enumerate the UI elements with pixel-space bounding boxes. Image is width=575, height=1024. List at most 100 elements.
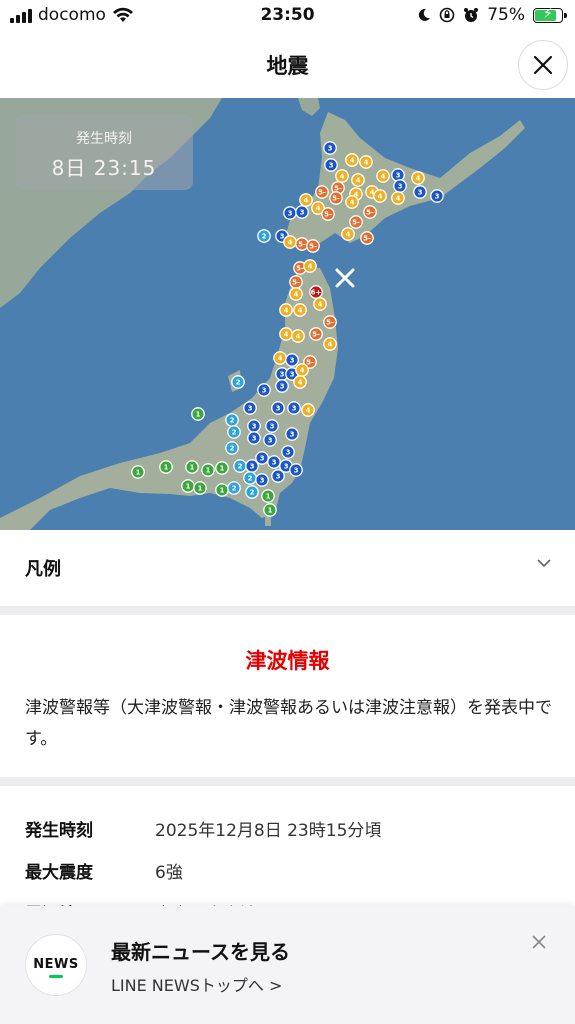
svg-text:4: 4 bbox=[340, 173, 345, 181]
svg-text:3: 3 bbox=[276, 473, 281, 481]
intensity-marker: 4 bbox=[335, 169, 349, 183]
news-banner[interactable]: NEWS 最新ニュースを見る LINE NEWSトップへ > bbox=[0, 906, 575, 1024]
intensity-marker: 1 bbox=[191, 407, 205, 421]
intensity-marker: 1 bbox=[193, 481, 207, 495]
svg-text:3: 3 bbox=[290, 357, 295, 365]
intensity-marker: 4 bbox=[293, 375, 307, 389]
intensity-marker: 3 bbox=[295, 205, 309, 219]
earthquake-details: 発生時刻 2025年12月8日 23時15分頃 最大震度 6強 震源地 青森県東… bbox=[0, 786, 575, 925]
intensity-marker: 5- bbox=[349, 215, 363, 229]
svg-text:4: 4 bbox=[318, 301, 323, 309]
status-bar: docomo 23:50 75% ⚡ bbox=[0, 0, 575, 32]
intensity-marker: 4 bbox=[391, 191, 405, 205]
earthquake-intensity-map[interactable]: 発生時刻 8日 23:15 2323344434445-443335-43345… bbox=[0, 98, 575, 530]
svg-text:3: 3 bbox=[252, 435, 257, 443]
intensity-marker: 4 bbox=[359, 155, 373, 169]
svg-text:3: 3 bbox=[270, 423, 275, 431]
intensity-marker: 4 bbox=[345, 153, 359, 167]
intensity-marker: 2 bbox=[257, 229, 271, 243]
svg-text:3: 3 bbox=[294, 467, 299, 475]
dismiss-banner-icon[interactable] bbox=[531, 934, 547, 950]
svg-text:3: 3 bbox=[262, 387, 267, 395]
intensity-marker: 2 bbox=[243, 471, 257, 485]
intensity-marker: 4 bbox=[273, 351, 287, 365]
svg-text:4: 4 bbox=[346, 231, 351, 239]
intensity-marker: 4 bbox=[291, 329, 305, 343]
svg-text:3: 3 bbox=[435, 193, 440, 201]
svg-text:3: 3 bbox=[272, 459, 277, 467]
intensity-marker: 1 bbox=[215, 461, 229, 475]
svg-text:4: 4 bbox=[416, 175, 421, 183]
svg-text:4: 4 bbox=[294, 291, 299, 299]
legend-toggle[interactable]: 凡例 bbox=[0, 530, 575, 607]
intensity-marker: 3 bbox=[285, 353, 299, 367]
svg-text:5-: 5- bbox=[306, 359, 314, 367]
svg-text:3: 3 bbox=[396, 172, 401, 180]
svg-text:3: 3 bbox=[284, 463, 289, 471]
intensity-marker: 3 bbox=[247, 419, 261, 433]
svg-text:5-: 5- bbox=[292, 279, 300, 287]
svg-text:4: 4 bbox=[364, 159, 369, 167]
intensity-marker: 2 bbox=[227, 481, 241, 495]
intensity-marker: 3 bbox=[247, 431, 261, 445]
svg-text:4: 4 bbox=[298, 307, 303, 315]
svg-text:1: 1 bbox=[198, 485, 203, 493]
intensity-marker: 1 bbox=[181, 479, 195, 493]
svg-text:2: 2 bbox=[238, 463, 243, 471]
svg-text:4: 4 bbox=[304, 197, 309, 205]
svg-text:3: 3 bbox=[286, 449, 291, 457]
intensity-marker: 3 bbox=[287, 401, 301, 415]
svg-text:4: 4 bbox=[350, 157, 355, 165]
svg-text:1: 1 bbox=[220, 465, 225, 473]
battery-icon: ⚡ bbox=[533, 6, 567, 23]
svg-text:3: 3 bbox=[260, 455, 265, 463]
tsunami-title: 津波情報 bbox=[245, 649, 330, 673]
detail-key: 発生時刻 bbox=[25, 821, 93, 841]
close-button[interactable] bbox=[518, 40, 568, 90]
svg-text:6+: 6+ bbox=[311, 289, 322, 297]
epicenter-x-mark-icon bbox=[335, 268, 355, 288]
svg-text:1: 1 bbox=[196, 411, 201, 419]
intensity-marker: 3 bbox=[393, 179, 407, 193]
intensity-marker: 3 bbox=[271, 401, 285, 415]
svg-text:1: 1 bbox=[164, 464, 169, 472]
svg-text:2: 2 bbox=[248, 475, 253, 483]
intensity-marker: 4 bbox=[289, 287, 303, 301]
svg-text:1: 1 bbox=[190, 464, 195, 472]
rotation-lock-icon bbox=[439, 7, 455, 23]
intensity-marker: 3 bbox=[267, 455, 281, 469]
svg-text:5-: 5- bbox=[363, 235, 371, 243]
intensity-markers: 2323344434445-443335-43345-5-45-445-5-42… bbox=[131, 141, 444, 517]
intensity-marker: 3 bbox=[255, 473, 269, 487]
svg-text:4: 4 bbox=[378, 193, 383, 201]
svg-text:3: 3 bbox=[252, 423, 257, 431]
page-title: 地震 bbox=[266, 54, 309, 78]
svg-text:3: 3 bbox=[250, 463, 255, 471]
svg-text:2: 2 bbox=[230, 417, 235, 425]
news-link[interactable]: LINE NEWSトップへ > bbox=[111, 972, 282, 996]
intensity-marker: 4 bbox=[301, 403, 315, 417]
intensity-marker: 4 bbox=[376, 169, 390, 183]
intensity-marker: 2 bbox=[225, 413, 239, 427]
intensity-marker: 5- bbox=[323, 315, 337, 329]
svg-text:4: 4 bbox=[328, 341, 333, 349]
svg-text:3: 3 bbox=[328, 145, 333, 153]
svg-text:5-: 5- bbox=[318, 189, 326, 197]
svg-text:4: 4 bbox=[308, 263, 313, 271]
intensity-marker: 4 bbox=[345, 195, 359, 209]
svg-text:4: 4 bbox=[350, 199, 355, 207]
alarm-icon bbox=[464, 8, 479, 22]
svg-text:4: 4 bbox=[300, 367, 305, 375]
svg-text:3: 3 bbox=[329, 162, 334, 170]
svg-text:5-: 5- bbox=[366, 209, 374, 217]
svg-text:4: 4 bbox=[296, 333, 301, 341]
svg-text:4: 4 bbox=[298, 379, 303, 387]
svg-text:3: 3 bbox=[280, 371, 285, 379]
logo-text: NEWS bbox=[33, 957, 79, 972]
svg-text:4: 4 bbox=[288, 239, 293, 247]
header: 地震 bbox=[0, 32, 575, 98]
intensity-marker: 3 bbox=[289, 463, 303, 477]
intensity-marker: 4 bbox=[373, 189, 387, 203]
svg-text:4: 4 bbox=[356, 177, 361, 185]
svg-text:3: 3 bbox=[418, 189, 423, 197]
